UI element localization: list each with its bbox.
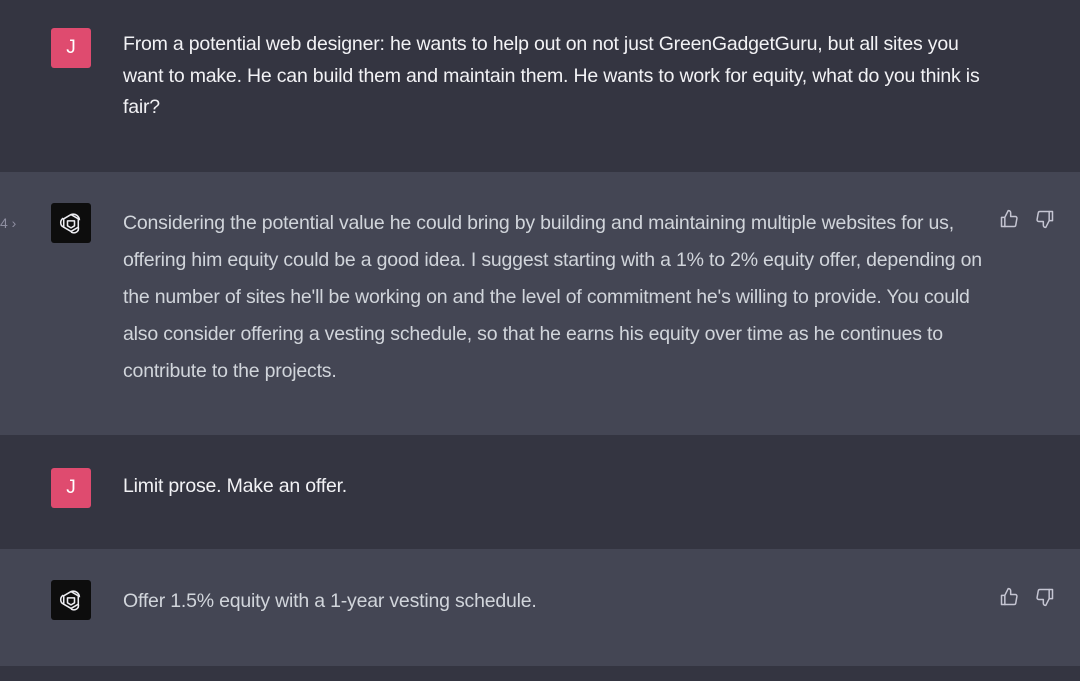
user-avatar-letter: J	[66, 477, 76, 498]
chat-thread: J From a potential web designer: he want…	[0, 0, 1080, 681]
user-message-text: Limit prose. Make an offer.	[123, 475, 348, 497]
thumbs-down-button[interactable]	[1034, 208, 1056, 230]
thumbs-down-icon	[1036, 210, 1054, 229]
assistant-avatar	[51, 580, 91, 620]
openai-logo-icon	[59, 590, 81, 611]
openai-logo-icon	[59, 213, 81, 234]
thumbs-down-button[interactable]	[1034, 586, 1056, 608]
response-pager[interactable]: 4 ›	[0, 215, 16, 231]
thumbs-up-icon	[1000, 209, 1018, 228]
user-avatar: J	[51, 468, 91, 508]
assistant-message-text: Considering the potential value he could…	[123, 212, 982, 382]
thumbs-up-button[interactable]	[998, 586, 1020, 608]
assistant-avatar	[51, 203, 91, 243]
thumbs-down-icon	[1036, 588, 1054, 607]
thumbs-up-button[interactable]	[998, 208, 1020, 230]
assistant-message: 4 › Considering the potential value he c…	[0, 172, 1080, 435]
user-avatar-letter: J	[66, 37, 76, 58]
user-message: J From a potential web designer: he want…	[0, 0, 1080, 172]
feedback-actions	[998, 586, 1056, 608]
user-message: J Limit prose. Make an offer.	[0, 435, 1080, 549]
user-message-text: From a potential web designer: he wants …	[123, 33, 980, 118]
thumbs-up-icon	[1000, 587, 1018, 606]
assistant-message-text: Offer 1.5% equity with a 1-year vesting …	[123, 590, 537, 612]
thread-footer	[0, 666, 1080, 681]
user-avatar: J	[51, 28, 91, 68]
assistant-message: Offer 1.5% equity with a 1-year vesting …	[0, 549, 1080, 666]
feedback-actions	[998, 208, 1056, 230]
